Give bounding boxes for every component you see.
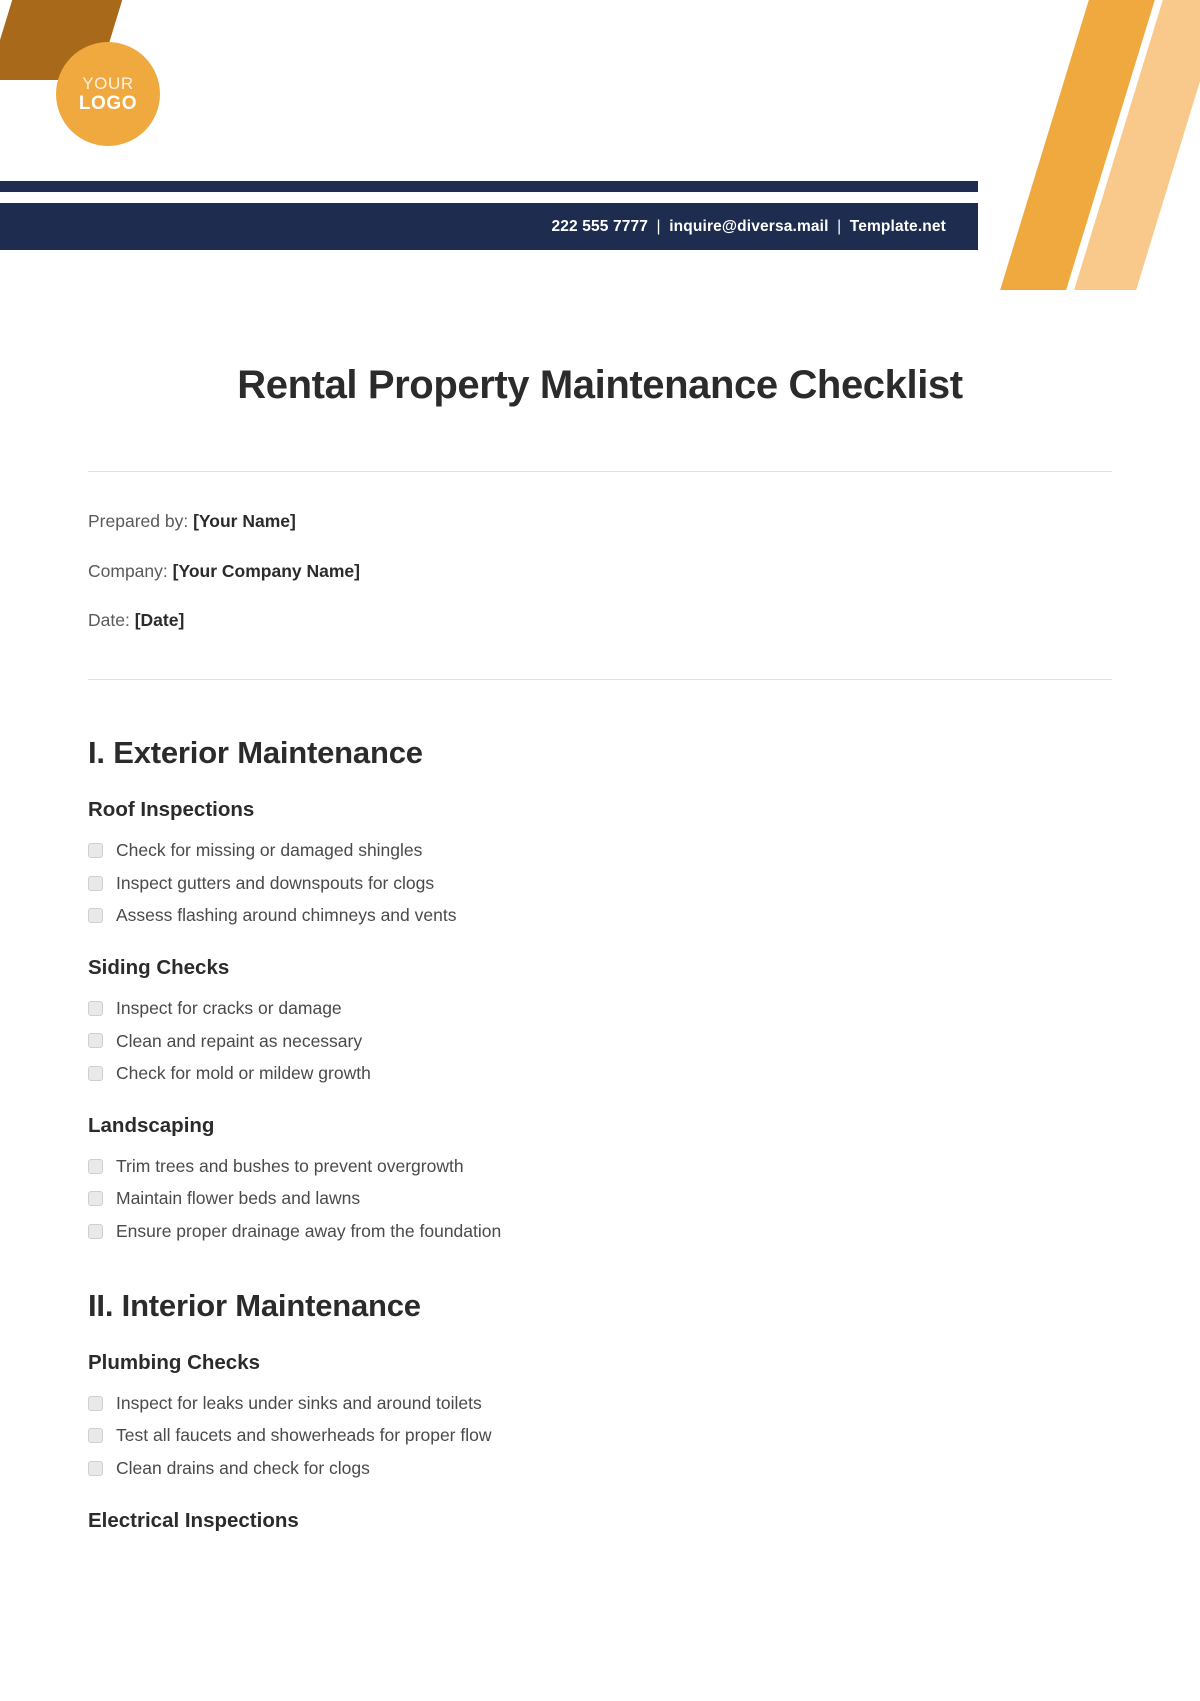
list-item[interactable]: Ensure proper drainage away from the fou… bbox=[88, 1220, 1112, 1243]
list-item-label: Clean drains and check for clogs bbox=[116, 1458, 370, 1479]
meta-row-prepared-by: Prepared by: [Your Name] bbox=[88, 510, 1112, 534]
meta-value-date[interactable]: [Date] bbox=[135, 610, 185, 630]
checkbox-icon[interactable] bbox=[88, 1000, 103, 1016]
list-item-label: Clean and repaint as necessary bbox=[116, 1030, 363, 1051]
section-interior-maintenance: II. Interior Maintenance Plumbing Checks… bbox=[88, 1287, 1112, 1534]
contact-phone: 222 555 7777 bbox=[551, 217, 649, 235]
document-body: Rental Property Maintenance Checklist Pr… bbox=[0, 362, 1200, 1534]
list-item[interactable]: Inspect for cracks or damage bbox=[88, 997, 1112, 1020]
list-item[interactable]: Inspect gutters and downspouts for clogs bbox=[88, 872, 1112, 895]
contact-info: 222 555 7777 | inquire@diversa.mail | Te… bbox=[551, 218, 978, 236]
contact-separator-2: | bbox=[837, 217, 842, 235]
list-item[interactable]: Assess flashing around chimneys and vent… bbox=[88, 904, 1112, 927]
logo-placeholder: YOUR LOGO bbox=[56, 42, 160, 146]
subsection-heading-electrical-inspections: Electrical Inspections bbox=[88, 1508, 299, 1532]
checklist-landscaping: Trim trees and bushes to prevent overgro… bbox=[88, 1155, 1112, 1243]
document-header: YOUR LOGO 222 555 7777 | inquire@diversa… bbox=[0, 0, 1200, 290]
list-item-label: Inspect for cracks or damage bbox=[116, 997, 342, 1018]
subsection-heading-landscaping: Landscaping bbox=[88, 1114, 215, 1137]
checkbox-icon[interactable] bbox=[88, 842, 103, 858]
checkbox-icon[interactable] bbox=[88, 1461, 103, 1477]
list-item[interactable]: Maintain flower beds and lawns bbox=[88, 1187, 1112, 1210]
contact-website: Template.net bbox=[849, 217, 946, 235]
checklist-roof-inspections: Check for missing or damaged shingles In… bbox=[88, 839, 1112, 927]
meta-row-company: Company: [Your Company Name] bbox=[88, 560, 1112, 584]
meta-label-date: Date: bbox=[88, 610, 130, 631]
checklist-plumbing-checks: Inspect for leaks under sinks and around… bbox=[88, 1392, 1112, 1480]
checklist-siding-checks: Inspect for cracks or damage Clean and r… bbox=[88, 997, 1112, 1085]
list-item-label: Trim trees and bushes to prevent overgro… bbox=[116, 1155, 464, 1176]
meta-value-prepared-by[interactable]: [Your Name] bbox=[193, 511, 296, 531]
checkbox-icon[interactable] bbox=[88, 1428, 103, 1444]
subsection-heading-plumbing-checks: Plumbing Checks bbox=[88, 1351, 261, 1375]
checkbox-icon[interactable] bbox=[88, 1191, 103, 1207]
logo-line-2: LOGO bbox=[78, 92, 138, 114]
checkbox-icon[interactable] bbox=[88, 1395, 103, 1411]
section-heading-1: I. Exterior Maintenance bbox=[88, 735, 423, 771]
contact-separator-1: | bbox=[656, 217, 661, 235]
checkbox-icon[interactable] bbox=[88, 1224, 103, 1239]
meta-label-company: Company: bbox=[88, 560, 168, 581]
header-accent-bar bbox=[0, 181, 978, 192]
page-title: Rental Property Maintenance Checklist bbox=[237, 363, 963, 407]
meta-label-prepared-by: Prepared by: bbox=[88, 511, 189, 532]
list-item-label: Inspect for leaks under sinks and around… bbox=[116, 1392, 482, 1413]
contact-email: inquire@diversa.mail bbox=[669, 217, 829, 235]
checkbox-icon[interactable] bbox=[88, 1158, 103, 1174]
list-item-label: Inspect gutters and downspouts for clogs bbox=[116, 872, 435, 893]
list-item-label: Check for missing or damaged shingles bbox=[116, 839, 423, 860]
checkbox-icon[interactable] bbox=[88, 1066, 103, 1082]
logo-line-1: YOUR bbox=[82, 73, 134, 93]
subsection-heading-siding-checks: Siding Checks bbox=[88, 956, 230, 980]
list-item-label: Maintain flower beds and lawns bbox=[116, 1188, 361, 1209]
list-item[interactable]: Clean and repaint as necessary bbox=[88, 1030, 1112, 1053]
list-item[interactable]: Check for mold or mildew growth bbox=[88, 1062, 1112, 1085]
list-item[interactable]: Test all faucets and showerheads for pro… bbox=[88, 1424, 1112, 1447]
list-item-label: Check for mold or mildew growth bbox=[116, 1063, 371, 1084]
meta-value-company[interactable]: [Your Company Name] bbox=[173, 561, 360, 581]
list-item[interactable]: Check for missing or damaged shingles bbox=[88, 839, 1112, 862]
list-item-label: Ensure proper drainage away from the fou… bbox=[116, 1221, 502, 1242]
document-meta: Prepared by: [Your Name] Company: [Your … bbox=[88, 472, 1112, 633]
list-item[interactable]: Inspect for leaks under sinks and around… bbox=[88, 1392, 1112, 1415]
section-exterior-maintenance: I. Exterior Maintenance Roof Inspections… bbox=[88, 734, 1112, 1243]
list-item[interactable]: Trim trees and bushes to prevent overgro… bbox=[88, 1155, 1112, 1178]
checkbox-icon[interactable] bbox=[88, 1033, 103, 1049]
subsection-heading-roof-inspections: Roof Inspections bbox=[88, 798, 255, 822]
list-item-label: Assess flashing around chimneys and vent… bbox=[116, 905, 457, 926]
checkbox-icon[interactable] bbox=[88, 908, 103, 924]
header-contact-bar: 222 555 7777 | inquire@diversa.mail | Te… bbox=[0, 203, 978, 250]
list-item[interactable]: Clean drains and check for clogs bbox=[88, 1457, 1112, 1480]
list-item-label: Test all faucets and showerheads for pro… bbox=[116, 1425, 492, 1446]
checkbox-icon[interactable] bbox=[88, 875, 103, 891]
section-heading-2: II. Interior Maintenance bbox=[88, 1287, 421, 1323]
divider-under-meta bbox=[88, 679, 1112, 681]
meta-row-date: Date: [Date] bbox=[88, 609, 1112, 633]
